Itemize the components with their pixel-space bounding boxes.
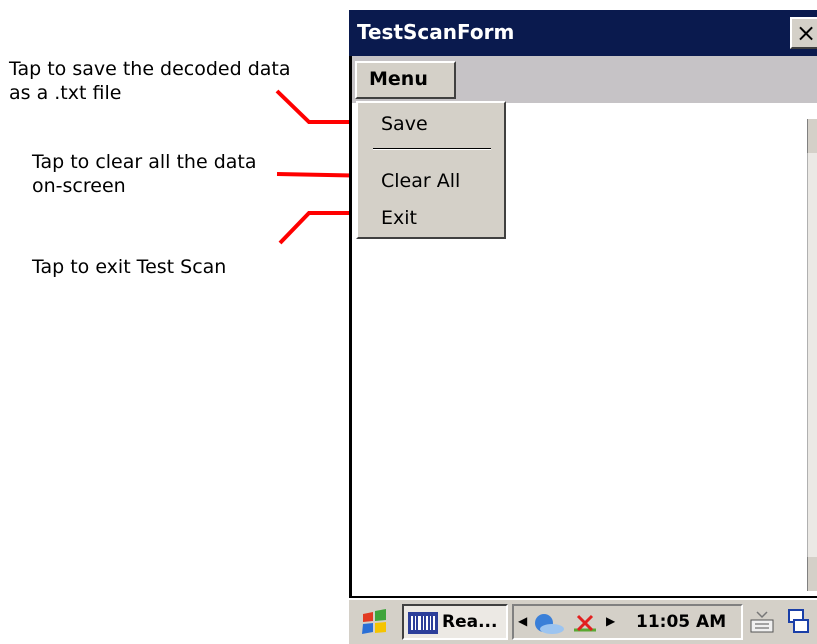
menu-bar: Menu xyxy=(349,56,817,103)
menu-item-clear-all[interactable]: Clear All xyxy=(381,170,460,192)
window-switch-icon xyxy=(788,609,809,633)
tray-left-arrow-icon[interactable]: ◀ xyxy=(518,614,527,628)
window-title: TestScanForm xyxy=(357,20,515,44)
menu-item-exit[interactable]: Exit xyxy=(381,207,417,229)
keyboard-button[interactable] xyxy=(747,604,777,640)
title-bar: TestScanForm × xyxy=(349,10,817,56)
keyboard-icon xyxy=(750,611,774,633)
taskbar-app-label: Rea... xyxy=(442,612,498,632)
menu-separator xyxy=(373,148,491,150)
network-icon[interactable] xyxy=(532,610,566,636)
close-button[interactable]: × xyxy=(790,17,817,49)
device-screen: TestScanForm × Menu Save Clear All Exit xyxy=(349,10,817,644)
window-switch-button[interactable] xyxy=(783,604,813,640)
start-button[interactable] xyxy=(353,604,397,640)
disconnected-icon[interactable] xyxy=(570,610,600,636)
scroll-up-button[interactable] xyxy=(807,119,817,153)
taskbar: Rea... ◀ ▶ 11:05 AM xyxy=(349,598,817,644)
menu-dropdown: Save Clear All Exit xyxy=(356,101,506,239)
clock[interactable]: 11:05 AM xyxy=(636,612,726,632)
tray-right-arrow-icon[interactable]: ▶ xyxy=(606,614,615,628)
vertical-scrollbar[interactable] xyxy=(807,121,817,589)
taskbar-app-button[interactable]: Rea... xyxy=(402,604,508,640)
barcode-app-icon xyxy=(408,612,438,634)
system-tray: ◀ ▶ 11:05 AM xyxy=(512,604,743,640)
menu-button[interactable]: Menu xyxy=(355,61,456,99)
windows-start-icon xyxy=(362,609,386,634)
menu-item-save[interactable]: Save xyxy=(381,113,428,135)
scroll-down-button[interactable] xyxy=(807,557,817,591)
